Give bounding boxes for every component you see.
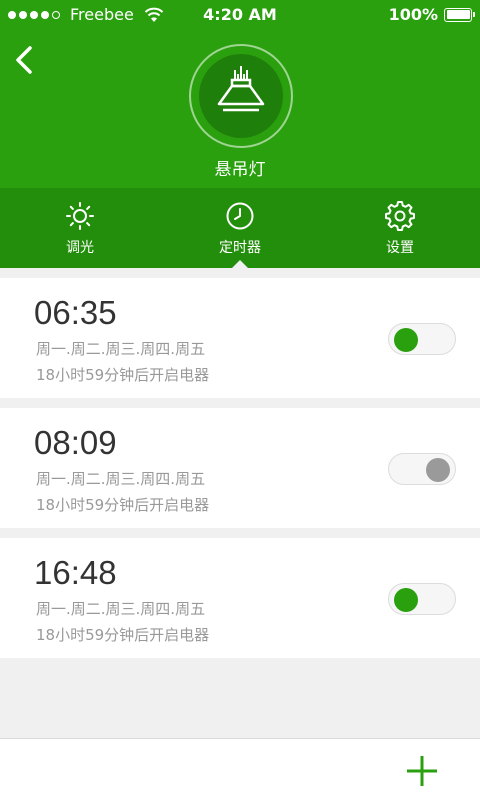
active-tab-indicator (232, 260, 248, 268)
timer-remaining: 18小时59分钟后开启电器 (36, 626, 210, 644)
gear-icon (385, 201, 415, 231)
timer-card[interactable]: 16:48 周一.周二.周三.周四.周五 18小时59分钟后开启电器 (0, 538, 480, 658)
timer-card[interactable]: 08:09 周一.周二.周三.周四.周五 18小时59分钟后开启电器 (0, 408, 480, 528)
tab-bar: 调光 定时器 设置 (0, 188, 480, 268)
timer-toggle[interactable] (388, 323, 456, 355)
timer-remaining: 18小时59分钟后开启电器 (36, 366, 210, 384)
timer-days: 周一.周二.周三.周四.周五 (36, 600, 206, 618)
tab-dimming-label: 调光 (66, 240, 94, 256)
pendant-lamp-icon (217, 66, 265, 112)
add-timer-plus-icon[interactable] (404, 753, 440, 789)
toggle-knob (426, 458, 450, 482)
header: Freebee 4:20 AM 100% 悬吊灯 调光 定时器 设置 (0, 0, 480, 268)
timer-remaining: 18小时59分钟后开启电器 (36, 496, 210, 514)
battery-percentage: 100% (388, 5, 438, 24)
tab-settings-label: 设置 (386, 240, 414, 256)
battery-icon (444, 7, 475, 22)
timer-time: 16:48 (34, 554, 117, 591)
sun-icon (66, 202, 94, 230)
tab-settings[interactable]: 设置 (340, 188, 460, 268)
tab-dimming[interactable]: 调光 (20, 188, 140, 268)
timer-card[interactable]: 06:35 周一.周二.周三.周四.周五 18小时59分钟后开启电器 (0, 278, 480, 398)
clock-icon (226, 202, 254, 230)
back-chevron-icon[interactable] (12, 44, 36, 76)
timer-toggle[interactable] (388, 453, 456, 485)
timer-time: 06:35 (34, 294, 117, 331)
toggle-knob (394, 588, 418, 612)
timer-days: 周一.周二.周三.周四.周五 (36, 470, 206, 488)
device-avatar (189, 44, 293, 148)
status-bar: Freebee 4:20 AM 100% (0, 0, 480, 30)
timer-time: 08:09 (34, 424, 117, 461)
tab-timer-label: 定时器 (219, 240, 261, 256)
timer-days: 周一.周二.周三.周四.周五 (36, 340, 206, 358)
tab-timer[interactable]: 定时器 (180, 188, 300, 268)
bottom-bar (0, 738, 480, 800)
device-name: 悬吊灯 (214, 160, 266, 180)
timer-toggle[interactable] (388, 583, 456, 615)
toggle-knob (394, 328, 418, 352)
